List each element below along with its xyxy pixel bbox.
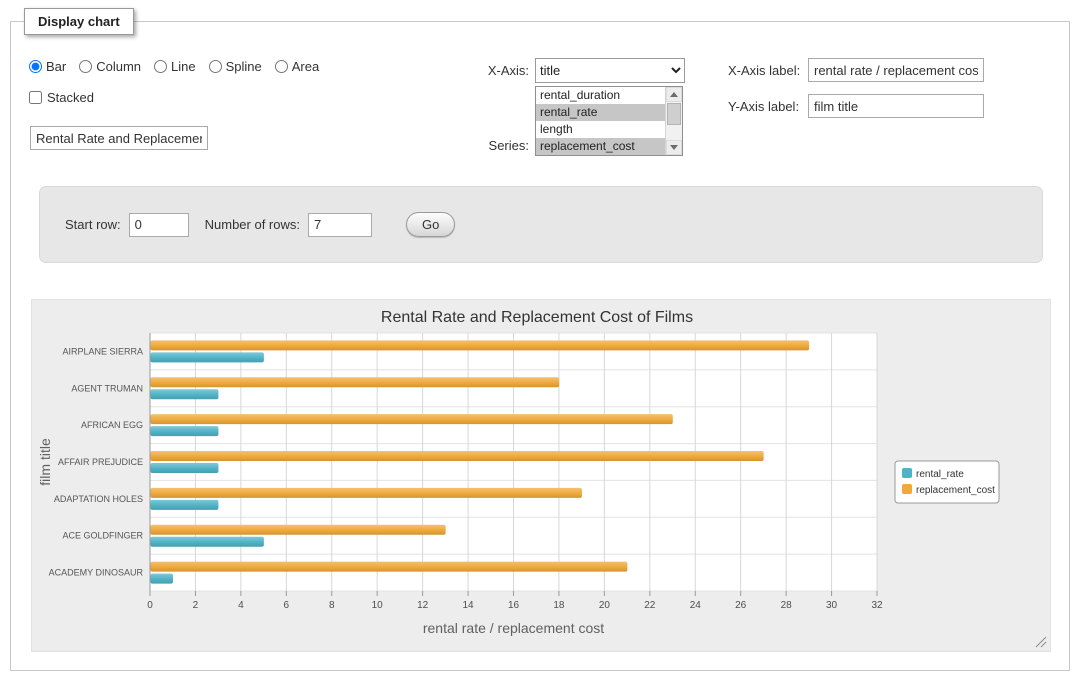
display-chart-fieldset: Display chart BarColumnLineSplineArea St…: [10, 21, 1070, 671]
y-axis-label-input[interactable]: [808, 94, 984, 118]
category-label: AFFAIR PREJUDICE: [58, 457, 143, 467]
legend-swatch: [902, 468, 912, 478]
bar-replacement_cost[interactable]: [151, 340, 810, 350]
scroll-up-button[interactable]: [666, 87, 682, 102]
chart-container: 02468101214161820222426283032AIRPLANE SI…: [31, 299, 1051, 652]
x-axis-title: rental rate / replacement cost: [423, 620, 604, 636]
stacked-label: Stacked: [47, 90, 94, 105]
number-of-rows-label: Number of rows:: [205, 217, 300, 232]
bar-replacement_cost[interactable]: [151, 414, 673, 424]
category-label: ACADEMY DINOSAUR: [49, 568, 144, 578]
x-tick-label: 4: [238, 600, 244, 611]
bar-rental_rate[interactable]: [151, 426, 219, 436]
chart-type-option-column[interactable]: Column: [79, 59, 141, 74]
chart-resize-handle[interactable]: [1036, 637, 1046, 647]
chart-type-radiogroup: Bar Column Line Spline Area: [29, 59, 319, 74]
chart-type-option-line[interactable]: Line: [154, 59, 196, 74]
x-axis-select[interactable]: title: [535, 58, 685, 83]
chart-type-option-label: Line: [171, 59, 196, 74]
x-axis-select-label: X-Axis:: [409, 63, 529, 78]
scroll-down-button[interactable]: [666, 140, 682, 155]
x-tick-label: 16: [508, 600, 520, 611]
bar-replacement_cost[interactable]: [151, 562, 628, 572]
triangle-down-icon: [670, 145, 678, 150]
x-tick-label: 30: [826, 600, 838, 611]
chart-type-option-label: Column: [96, 59, 141, 74]
stacked-checkbox-row[interactable]: Stacked: [29, 90, 94, 105]
start-row-input[interactable]: [129, 213, 189, 237]
bar-replacement_cost[interactable]: [151, 451, 764, 461]
x-tick-label: 6: [284, 600, 290, 611]
rows-panel: Start row: Number of rows: Go: [39, 186, 1043, 263]
chart-type-option-area[interactable]: Area: [275, 59, 319, 74]
series-listbox-scrollbar[interactable]: [665, 87, 682, 155]
chart-type-option-label: Bar: [46, 59, 66, 74]
x-tick-label: 10: [372, 600, 384, 611]
series-option-length[interactable]: length: [536, 121, 665, 138]
legend-label: replacement_cost: [916, 485, 995, 496]
series-select-label: Series:: [409, 138, 529, 153]
x-tick-label: 32: [871, 600, 883, 611]
bar-rental_rate[interactable]: [151, 352, 264, 362]
start-row-label: Start row:: [65, 217, 121, 232]
x-tick-label: 26: [735, 600, 747, 611]
x-axis-label-input[interactable]: [808, 58, 984, 82]
number-of-rows-input[interactable]: [308, 213, 372, 237]
x-tick-label: 12: [417, 600, 429, 611]
bar-rental_rate[interactable]: [151, 537, 264, 547]
chart-title-input[interactable]: [30, 126, 208, 150]
x-tick-label: 22: [644, 600, 656, 611]
legend-label: rental_rate: [916, 469, 964, 480]
chart-legend: rental_rate replacement_cost: [895, 461, 999, 503]
bar-replacement_cost[interactable]: [151, 488, 582, 498]
x-tick-label: 2: [193, 600, 199, 611]
fieldset-legend: Display chart: [24, 8, 134, 35]
category-label: AGENT TRUMAN: [71, 383, 143, 393]
chart-type-radio-line[interactable]: [154, 60, 167, 73]
chart-type-radio-area[interactable]: [275, 60, 288, 73]
x-tick-label: 28: [781, 600, 793, 611]
y-axis-title: film title: [37, 438, 53, 486]
chart-svg: 02468101214161820222426283032AIRPLANE SI…: [32, 300, 1050, 651]
bar-replacement_cost[interactable]: [151, 377, 560, 387]
series-listbox[interactable]: rental_durationrental_ratelengthreplacem…: [535, 86, 683, 156]
chart-type-radio-bar[interactable]: [29, 60, 42, 73]
bar-rental_rate[interactable]: [151, 389, 219, 399]
legend-box: [895, 461, 999, 503]
category-label: AIRPLANE SIERRA: [62, 346, 143, 356]
x-tick-label: 14: [463, 600, 475, 611]
chart-type-option-bar[interactable]: Bar: [29, 59, 66, 74]
chart-type-option-label: Area: [292, 59, 319, 74]
chart-title: Rental Rate and Replacement Cost of Film…: [381, 309, 693, 326]
page: Display chart Bar Column Line Spline Area St…: [0, 0, 1081, 681]
chart-type-radio-spline[interactable]: [209, 60, 222, 73]
x-tick-label: 18: [553, 600, 565, 611]
bar-rental_rate[interactable]: [151, 500, 219, 510]
triangle-up-icon: [670, 92, 678, 97]
category-label: ACE GOLDFINGER: [62, 531, 143, 541]
x-tick-label: 20: [599, 600, 611, 611]
x-axis-label-caption: X-Axis label:: [728, 63, 800, 78]
x-tick-label: 24: [690, 600, 702, 611]
chart-type-radio-column[interactable]: [79, 60, 92, 73]
x-tick-label: 0: [147, 600, 153, 611]
stacked-checkbox[interactable]: [29, 91, 42, 104]
legend-swatch: [902, 484, 912, 494]
scrollbar-thumb[interactable]: [667, 103, 681, 125]
bar-replacement_cost[interactable]: [151, 525, 446, 535]
bar-rental_rate[interactable]: [151, 463, 219, 473]
category-label: AFRICAN EGG: [81, 420, 143, 430]
chart-type-option-spline[interactable]: Spline: [209, 59, 262, 74]
chart-type-option-label: Spline: [226, 59, 262, 74]
legend-item-replacement_cost[interactable]: replacement_cost: [902, 484, 995, 496]
x-tick-label: 8: [329, 600, 335, 611]
series-option-rental_duration[interactable]: rental_duration: [536, 87, 665, 104]
y-axis-label-caption: Y-Axis label:: [728, 99, 799, 114]
bar-rental_rate[interactable]: [151, 574, 173, 584]
go-button[interactable]: Go: [406, 212, 455, 237]
series-listbox-items: rental_durationrental_ratelengthreplacem…: [536, 87, 665, 155]
category-label: ADAPTATION HOLES: [54, 494, 143, 504]
series-option-rental_rate[interactable]: rental_rate: [536, 104, 665, 121]
series-option-replacement_cost[interactable]: replacement_cost: [536, 138, 665, 155]
